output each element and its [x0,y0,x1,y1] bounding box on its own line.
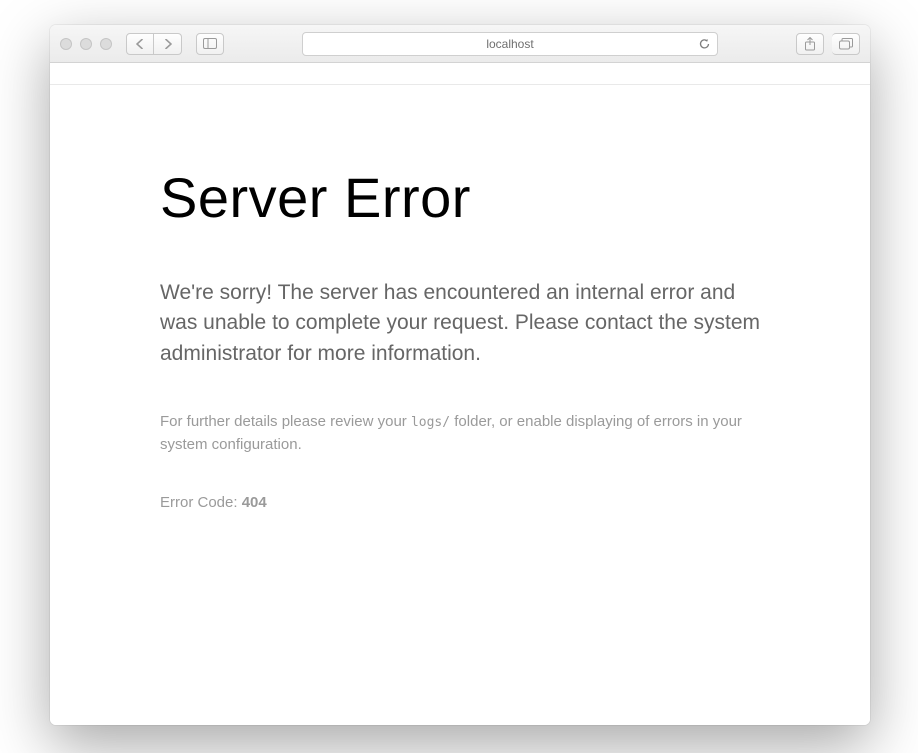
nav-buttons [126,33,182,55]
sidebar-toggle-group [196,33,224,55]
share-button[interactable] [796,33,824,55]
titlebar: localhost [50,25,870,63]
traffic-lights [60,38,112,50]
error-detail: For further details please review your l… [160,411,760,456]
error-heading: Server Error [160,165,760,230]
minimize-window-button[interactable] [80,38,92,50]
right-toolbar [796,33,860,55]
zoom-window-button[interactable] [100,38,112,50]
tabs-button[interactable] [832,33,860,55]
error-code-value: 404 [242,494,267,511]
close-window-button[interactable] [60,38,72,50]
error-lead: We're sorry! The server has encountered … [160,278,760,369]
error-code-line: Error Code: 404 [160,494,760,511]
browser-window: localhost Server Error We're sorry! The … [50,25,870,725]
address-text: localhost [486,37,533,51]
back-button[interactable] [126,33,154,55]
error-code-label: Error Code: [160,494,242,511]
detail-text-before: For further details please review your [160,413,411,430]
reload-icon[interactable] [698,37,711,50]
address-bar[interactable]: localhost [302,32,718,56]
tab-strip [50,63,870,85]
forward-button[interactable] [154,33,182,55]
logs-path: logs/ [411,415,450,430]
sidebar-toggle-button[interactable] [196,33,224,55]
page-content: Server Error We're sorry! The server has… [50,85,870,725]
